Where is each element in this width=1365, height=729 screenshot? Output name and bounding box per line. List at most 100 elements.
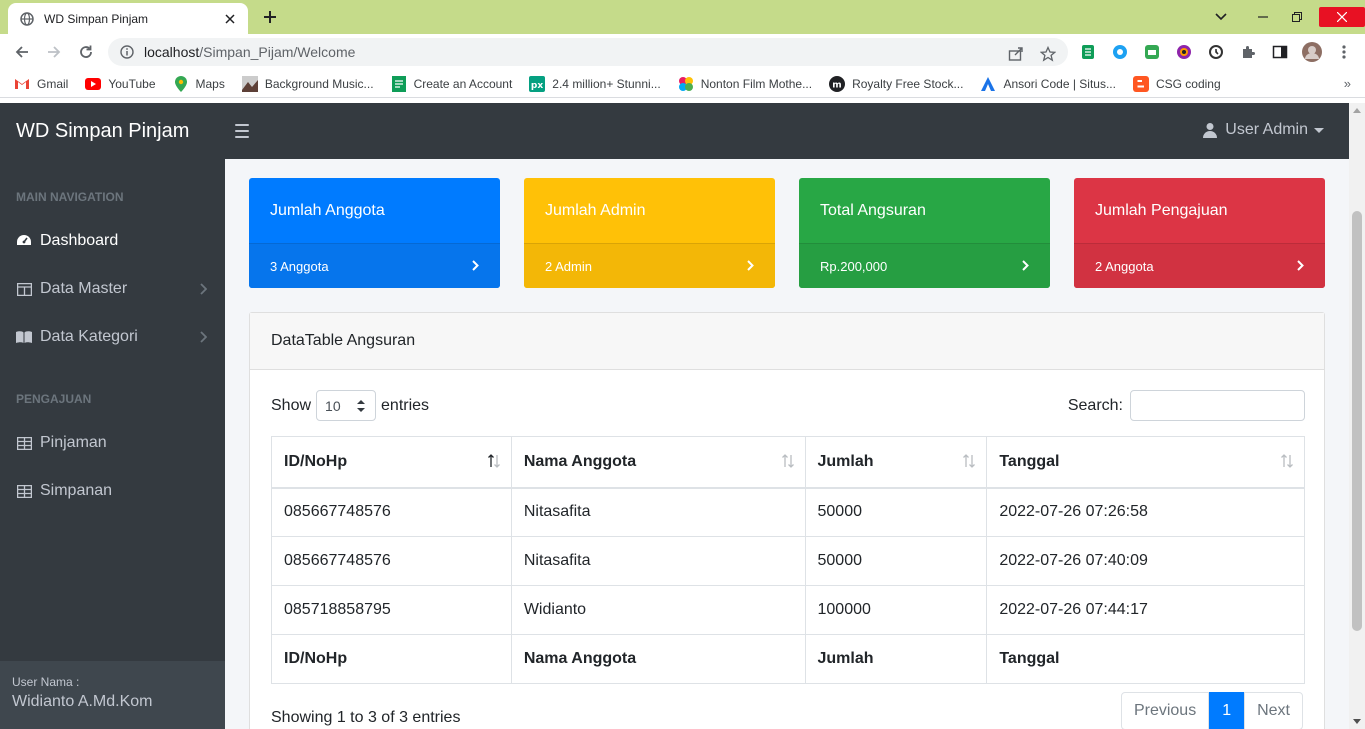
bookmark-item[interactable]: CSG coding [1132,75,1221,92]
sort-icon [781,454,795,468]
close-tab-icon[interactable] [222,11,238,27]
bookmark-item[interactable]: Create an Account [391,75,512,92]
more-vert-icon[interactable] [1334,42,1354,62]
caret-down-icon [1314,127,1324,133]
bookmark-item[interactable]: m Royalty Free Stock... [829,75,963,92]
bookmark-item[interactable]: Nonton Film Mothe... [678,76,812,92]
column-header[interactable]: Nama Anggota [510,436,806,489]
forward-button[interactable] [44,42,64,62]
hamburger-menu-icon[interactable] [235,124,249,138]
sidebar-item-pinjaman[interactable]: Pinjaman [0,419,225,467]
bookmark-item[interactable]: Gmail [14,76,68,92]
share-icon[interactable] [1006,44,1026,64]
user-name-label: User Nama : [12,675,80,689]
side-panel-icon[interactable] [1270,42,1290,62]
table-cell: Widianto [510,585,806,635]
profile-avatar[interactable] [1302,42,1322,62]
search-input[interactable] [1130,390,1305,421]
table-cell: 50000 [804,536,988,586]
stat-card-link[interactable]: 3 Anggota [249,243,500,288]
table-info: Showing 1 to 3 of 3 entries [271,709,461,726]
brand-logo[interactable]: WD Simpan Pinjam [0,120,225,143]
sort-icon [1280,454,1294,468]
reload-extension-icon[interactable] [1206,42,1226,62]
column-header[interactable]: Jumlah [804,436,988,489]
sidebar-item-simpanan[interactable]: Simpanan [0,467,225,515]
bookmark-label: Gmail [37,76,69,91]
sheets-extension-icon[interactable] [1078,42,1098,62]
bookmark-item[interactable]: Ansori Code | Situs... [980,76,1116,92]
tab-search-button[interactable] [1207,2,1235,32]
sidebar-user-info: User Nama : Widianto A.Md.Kom [0,661,225,729]
datatable-card: DataTable Angsuran Show 10 entries Searc… [249,312,1325,729]
puzzle-icon[interactable] [1238,42,1258,62]
column-header[interactable]: Tanggal [986,436,1305,489]
angsuran-table: ID/NoHp Nama Anggota Jumlah Tanggal 0856677… [271,436,1305,684]
scroll-thumb[interactable] [1352,211,1362,631]
nav-pengajuan-list: Pinjaman Simpanan [0,419,225,515]
entries-length-control: Show 10 entries [271,390,429,421]
aperture-extension-icon[interactable] [1110,42,1130,62]
sidebar-item-dashboard[interactable]: Dashboard [0,217,225,265]
bookmark-label: Background Music... [264,76,374,91]
table-cell: 50000 [804,487,988,537]
column-footer: Tanggal [986,634,1305,684]
sidebar-item-data-kategori[interactable]: Data Kategori [0,313,225,361]
pagination-previous[interactable]: Previous [1120,692,1210,729]
color-extension-icon[interactable] [1174,42,1194,62]
bookmark-star-icon[interactable] [1038,44,1058,64]
column-header[interactable]: ID/NoHp [271,436,512,489]
minimize-button[interactable] [1249,2,1277,32]
sort-icon [962,454,976,468]
table-header-row: ID/NoHp Nama Anggota Jumlah Tanggal [271,436,1305,489]
book-icon [16,329,32,345]
stat-card-title: Jumlah Admin [545,201,646,219]
search-control: Search: [1068,390,1305,421]
pagination-next[interactable]: Next [1244,692,1303,729]
stat-card-link[interactable]: 2 Anggota [1074,243,1325,288]
user-icon [1203,123,1218,138]
user-dropdown[interactable]: User Admin [1202,121,1324,139]
bookmark-label: Nonton Film Mothe... [700,76,813,91]
sidebar-item-data-master[interactable]: Data Master [0,265,225,313]
new-tab-button[interactable] [258,6,282,28]
table-cell: 2022-07-26 07:40:09 [986,536,1305,586]
bookmark-item[interactable]: Background Music... [241,75,374,92]
bookmarks-overflow-icon[interactable]: » [1344,76,1351,91]
stat-card-link[interactable]: Rp.200,000 [799,243,1050,288]
sidebar-item-label: Data Kategori [40,328,138,345]
omnibox-actions [1006,44,1058,64]
address-bar[interactable]: localhost/Simpan_Pijam/Welcome [108,38,1068,66]
stat-card-value: 2 Anggota [1095,258,1154,274]
gmail-icon [14,76,30,92]
reload-icon [80,45,92,58]
youtube-icon [85,76,102,92]
stat-card: Jumlah Admin 2 Admin [524,178,775,288]
dashboard-icon [16,233,32,249]
table-cell: 2022-07-26 07:44:17 [986,585,1305,635]
chevron-left-icon [199,331,207,343]
info-icon[interactable] [120,45,134,59]
bookmark-item[interactable]: YouTube [85,76,156,92]
page-scrollbar[interactable] [1349,103,1365,729]
restore-button[interactable] [1283,2,1311,32]
reload-button[interactable] [76,42,96,62]
browser-tab[interactable]: WD Simpan Pinjam [8,3,248,34]
sidebar-item-label: Data Master [40,280,128,297]
back-button[interactable] [12,42,32,62]
scroll-down-arrow[interactable] [1353,719,1361,724]
printer-extension-icon[interactable] [1142,42,1162,62]
bookmark-label: Ansori Code | Situs... [1003,76,1116,91]
scroll-up-arrow[interactable] [1353,108,1361,113]
stat-card-link[interactable]: 2 Admin [524,243,775,288]
show-label: Show [271,396,312,414]
bookmark-item[interactable]: Maps [173,75,225,92]
entries-select[interactable]: 10 [316,390,377,421]
column-header-label: Tanggal [999,452,1060,470]
bookmark-item[interactable]: px 2.4 million+ Stunni... [529,75,661,92]
table-cell: 085718858795 [271,585,512,635]
bookmarks-bar: Gmail YouTube Maps Background Music... Creat… [0,70,1365,98]
pagination-page-1[interactable]: 1 [1209,692,1245,729]
pagination: Previous 1 Next [1120,692,1303,729]
close-window-button[interactable] [1319,7,1365,27]
